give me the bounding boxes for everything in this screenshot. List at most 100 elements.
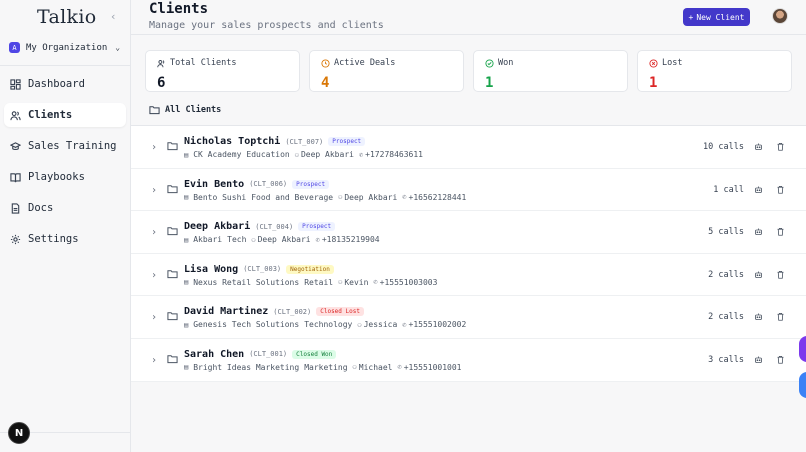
plus-icon: + [688,12,694,22]
sidebar-item-dashboard[interactable]: Dashboard [4,72,126,96]
client-company: Nexus Retail Solutions [193,277,300,287]
client-owner: Deep Akbari [257,235,311,245]
user-icon: ⚇ [338,193,343,202]
call-count: 1 call [713,184,744,195]
folder-icon [149,106,160,115]
chevron-right-icon[interactable]: › [151,312,157,323]
status-badge: Prospect [298,222,336,232]
new-client-label: New Client [696,12,745,22]
folder-icon [167,227,178,236]
trash-icon[interactable] [776,227,785,236]
app-logo[interactable]: Talkio [37,6,96,28]
stat-value: 1 [649,75,658,91]
client-phone: +16562128441 [408,192,467,202]
client-row[interactable]: › Sarah Chen (CLT_001) Closed Won ▤ Brig… [131,339,806,382]
stat-value: 1 [485,75,494,91]
chevron-right-icon[interactable]: › [151,227,157,238]
chevron-right-icon[interactable]: › [151,142,157,153]
trash-icon[interactable] [776,270,785,279]
call-count: 3 calls [708,354,744,365]
organization-switcher[interactable]: A My Organization ⌄ [9,42,120,53]
sidebar-item-sales-training[interactable]: Sales Training [4,134,126,158]
next-devtools-badge[interactable]: N [8,422,30,444]
call-count: 2 calls [708,269,744,280]
user-icon: ⚇ [352,363,357,372]
stat-value: 6 [157,75,166,91]
stat-card-total-clients: Total Clients 6 [145,50,300,92]
client-company: Akbari [193,235,223,245]
trash-icon[interactable] [776,185,785,194]
new-client-button[interactable]: + New Client [683,8,750,26]
robot-icon[interactable] [754,270,763,279]
check-circle-icon [485,58,494,68]
chevron-right-icon[interactable]: › [151,270,157,281]
folder-icon [167,355,178,364]
client-industry: Retail [304,277,334,287]
stat-value: 4 [321,75,330,91]
trash-icon[interactable] [776,142,785,151]
user-icon: ⚇ [338,278,343,287]
client-industry: Technology [304,320,353,330]
client-row[interactable]: › Nicholas Toptchi (CLT_007) Prospect ▤ … [131,126,806,169]
client-row[interactable]: › Evin Bento (CLT_006) Prospect ▤ Bento … [131,169,806,212]
building-icon: ▤ [184,363,189,372]
all-clients-folder[interactable]: All Clients [149,105,221,115]
client-row[interactable]: › Lisa Wong (CLT_003) Negotiation ▤ Nexu… [131,254,806,297]
client-code: (CLT_003) [243,265,282,274]
client-name: Lisa Wong [184,263,239,275]
trash-icon[interactable] [776,355,785,364]
client-row[interactable]: › David Martinez (CLT_002) Closed Lost ▤… [131,296,806,339]
building-icon: ▤ [184,193,189,202]
client-owner: Kevin [344,277,369,287]
client-list: › Nicholas Toptchi (CLT_007) Prospect ▤ … [131,125,806,382]
floating-action-tab-purple[interactable] [799,336,806,362]
status-badge: Closed Lost [316,307,364,317]
client-industry: Food and Beverage [251,192,334,202]
x-circle-icon [649,58,658,68]
sidebar-item-docs[interactable]: Docs [4,196,126,220]
stat-card-won: Won 1 [473,50,628,92]
phone-icon: ✆ [358,150,364,159]
client-code: (CLT_002) [273,307,312,316]
client-owner: Michael [358,362,393,372]
phone-icon: ✆ [402,193,407,202]
client-owner: Deep Akbari [300,150,354,159]
document-icon [11,202,20,214]
dashboard-icon [10,78,21,90]
avatar[interactable] [772,8,788,24]
phone-icon: ✆ [397,363,402,372]
chevron-left-icon[interactable]: ‹ [110,10,117,23]
sidebar-item-clients[interactable]: Clients [4,103,126,127]
stat-card-lost: Lost 1 [637,50,792,92]
client-phone: +15551003003 [379,277,438,287]
sidebar-item-label: Dashboard [28,78,85,90]
sidebar-item-settings[interactable]: Settings [4,227,126,251]
user-icon: ⚇ [294,150,299,159]
building-icon: ▤ [184,235,189,244]
chevron-right-icon[interactable]: › [151,355,157,366]
floating-action-tab-blue[interactable] [799,372,806,398]
sidebar-item-label: Sales Training [28,140,117,152]
status-badge: Prospect [292,179,330,189]
stat-label: Won [498,58,514,68]
call-count: 10 calls [703,142,744,152]
robot-icon[interactable] [754,227,763,236]
trash-icon[interactable] [776,312,785,322]
status-badge: Prospect [328,137,366,146]
robot-icon[interactable] [754,312,763,321]
client-row[interactable]: › Deep Akbari (CLT_004) Prospect ▤ Akbar… [131,211,806,254]
client-phone: +15551002002 [408,320,467,330]
chevron-right-icon[interactable]: › [151,185,157,196]
users-icon [157,59,165,67]
user-icon: ⚇ [251,235,256,244]
client-company: Genesis Tech Solutions [193,320,300,330]
folder-icon [167,270,178,278]
robot-icon[interactable] [754,185,763,194]
robot-icon[interactable] [754,355,763,364]
robot-icon[interactable] [754,142,763,151]
sidebar-item-playbooks[interactable]: Playbooks [4,165,126,189]
sidebar-item-label: Settings [28,233,79,245]
client-phone: +17278463611 [365,150,423,159]
chevron-down-icon: ⌄ [115,43,121,52]
building-icon: ▤ [184,150,189,159]
